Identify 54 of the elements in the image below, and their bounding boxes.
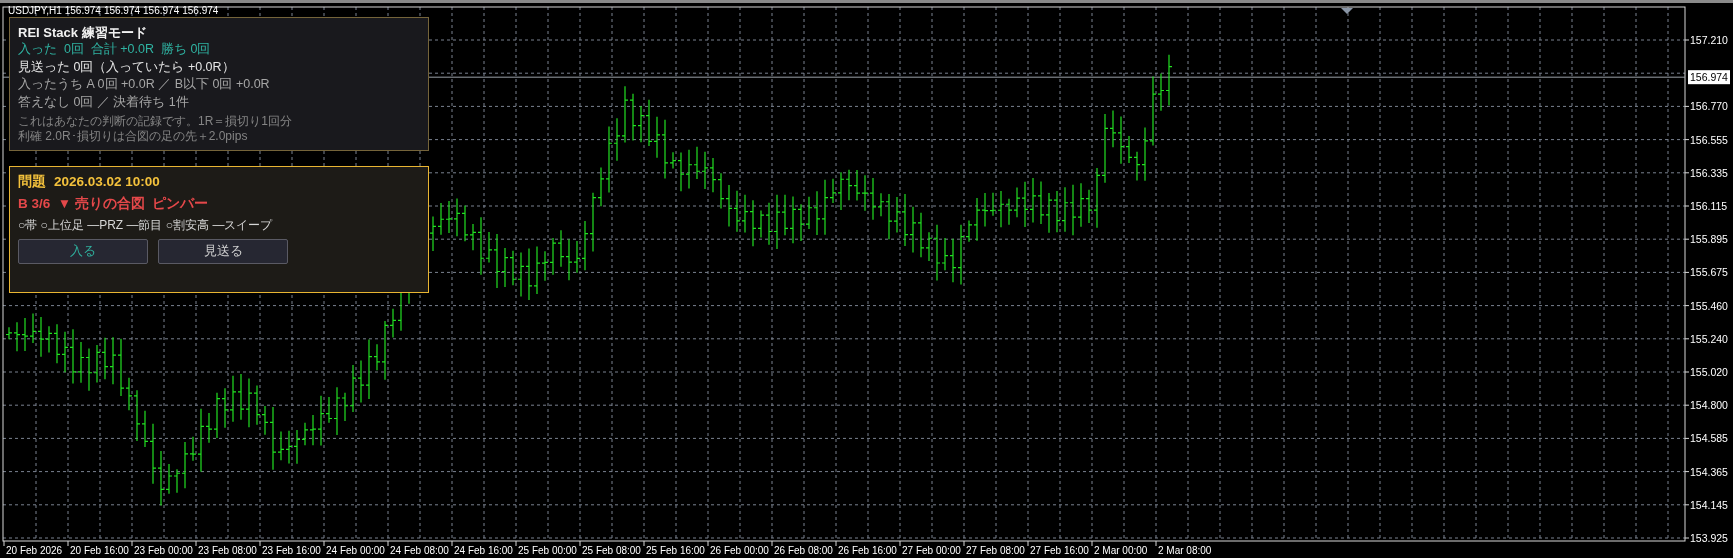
price-label: 154.800 [1690,399,1728,412]
price-label: 155.240 [1690,332,1728,345]
stats-text: これはあなたの判断の記録です。1R＝損切り1回分 [18,114,293,129]
price-label: 156.555 [1690,133,1728,146]
price-label: 154.585 [1690,432,1728,445]
symbol-label: USDJPY,H1 [8,5,62,17]
price-value: 156.974 [103,5,141,17]
time-label: 23 Feb 08:00 [198,545,257,556]
signal-text: B 3/6 ▼ 売りの合図 ピンバー [18,195,210,213]
shift-marker-icon[interactable] [1341,8,1353,14]
time-label: 2 Mar 00:00 [1094,545,1148,556]
skip-button[interactable]: 見送る [158,239,288,264]
price-label: 155.675 [1690,266,1728,279]
price-label: 155.020 [1690,366,1728,378]
time-label: 24 Feb 00:00 [326,545,385,556]
price-value: 156.974 [64,5,101,17]
time-label: 23 Feb 16:00 [262,545,321,556]
time-label: 24 Feb 16:00 [454,545,513,556]
enter-button[interactable]: 入る [18,239,148,264]
stats-text: 入ったうち A 0回 +0.0R ／ B以下 0回 +0.0R [18,76,271,93]
price-label: 154.365 [1690,465,1728,478]
time-label: 26 Feb 08:00 [774,545,833,556]
price-label: 156.335 [1690,166,1728,179]
time-label: 25 Feb 00:00 [518,545,577,556]
price-label: 155.895 [1690,233,1728,246]
time-label: 20 Feb 16:00 [70,545,129,556]
time-label: 25 Feb 08:00 [582,545,641,556]
time-label: 23 Feb 00:00 [134,545,193,556]
checklist-text: ○帯 ○上位足 ―PRZ ―節目 ○割安高 ―スイープ [18,217,274,233]
stats-text: 利確 2.0R･損切りは合図の足の先＋2.0pips [18,129,249,144]
price-value: 156.974 [143,5,180,17]
time-label: 2 Mar 08:00 [1158,545,1212,556]
price-label: 154.145 [1690,498,1728,511]
price-value: 156.974 [182,5,219,17]
price-label: 155.460 [1690,299,1728,312]
stats-text: 答えなし 0回 ／ 決着待ち 1件 [18,93,190,111]
price-label: 157.210 [1690,34,1728,46]
time-label: 24 Feb 08:00 [390,545,449,556]
time-label: 26 Feb 00:00 [710,545,769,556]
time-label: 25 Feb 16:00 [646,545,705,556]
stats-text: 見送った 0回（入っていたら +0.0R） [18,58,236,76]
panel-title: REI Stack 練習モード [18,24,148,41]
stats-text: 入った 0回 合計 +0.0R 勝ち 0回 [18,41,212,58]
question-title: 問題 [18,173,46,191]
price-label: 156.115 [1690,200,1728,212]
time-label: 27 Feb 08:00 [966,545,1025,556]
time-label: 27 Feb 16:00 [1030,545,1089,556]
time-label: 26 Feb 16:00 [838,545,897,556]
time-label: 27 Feb 00:00 [902,545,961,556]
price-label: 156.770 [1690,100,1728,113]
time-label: 20 Feb 2026 [6,545,63,556]
price-label: 153.925 [1690,532,1728,544]
current-price-label: 156.974 [1688,70,1730,85]
question-datetime: 2026.03.02 10:00 [54,173,160,191]
